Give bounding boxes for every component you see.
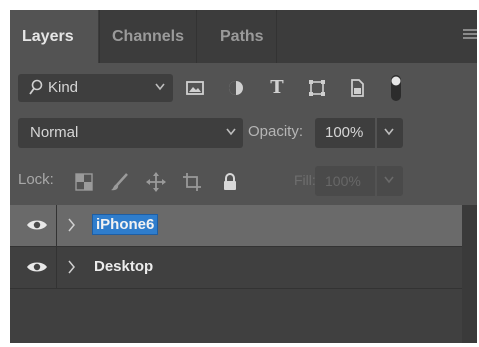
fill-label: Fill: — [294, 172, 316, 188]
lock-transparent-icon[interactable] — [74, 172, 94, 192]
layers-panel: Layers Channels Paths Kind T Normal Opac… — [10, 10, 477, 343]
smart-object-filter-icon[interactable] — [348, 79, 366, 97]
hamburger-icon[interactable] — [463, 29, 477, 41]
row-divider — [56, 247, 57, 288]
lock-label: Lock: — [18, 171, 54, 188]
lock-artboard-icon[interactable] — [182, 172, 202, 192]
lock-move-icon[interactable] — [146, 172, 166, 192]
blend-mode-value: Normal — [30, 124, 79, 141]
visibility-eye-icon[interactable] — [26, 260, 48, 274]
tab-paths[interactable]: Paths — [208, 10, 277, 63]
opacity-label: Opacity: — [248, 123, 304, 140]
layers-list: iPhone6 Desktop — [10, 205, 477, 343]
opacity-dropdown-button[interactable] — [377, 118, 403, 148]
tab-channels[interactable]: Channels — [99, 10, 198, 63]
chevron-down-icon — [226, 128, 236, 136]
filter-toggle-icon[interactable] — [390, 74, 402, 102]
opacity-input[interactable]: 100% — [315, 118, 375, 148]
layer-name-input[interactable]: iPhone6 — [92, 214, 159, 235]
blend-mode-select[interactable]: Normal — [18, 118, 243, 148]
visibility-eye-icon[interactable] — [26, 218, 48, 232]
chevron-down-icon — [384, 176, 394, 184]
chevron-down-icon — [384, 128, 394, 136]
layers-scrollbar[interactable] — [462, 205, 477, 343]
tab-layers[interactable]: Layers — [10, 10, 98, 63]
type-filter-icon[interactable]: T — [268, 79, 286, 97]
layer-filter-kind-select[interactable]: Kind — [18, 74, 173, 102]
search-icon — [29, 79, 43, 95]
opacity-value: 100% — [325, 124, 364, 141]
lock-paint-icon[interactable] — [110, 172, 130, 192]
layer-name: Desktop — [94, 258, 154, 275]
shape-filter-icon[interactable] — [308, 79, 326, 97]
kind-label: Kind — [48, 79, 79, 96]
fill-input[interactable]: 100% — [315, 166, 375, 196]
chevron-right-icon[interactable] — [68, 218, 76, 232]
lock-all-icon[interactable] — [220, 172, 240, 192]
image-filter-icon[interactable] — [186, 79, 204, 97]
layer-row-desktop[interactable]: Desktop — [10, 247, 462, 289]
chevron-right-icon[interactable] — [68, 260, 76, 274]
chevron-down-icon — [155, 83, 165, 91]
panel-tab-strip: Layers Channels Paths — [10, 10, 477, 63]
layer-row-iphone6[interactable]: iPhone6 — [10, 205, 462, 247]
adjustment-filter-icon[interactable] — [227, 79, 245, 97]
row-divider — [56, 205, 57, 246]
fill-dropdown-button[interactable] — [377, 166, 403, 196]
fill-value: 100% — [325, 173, 361, 189]
